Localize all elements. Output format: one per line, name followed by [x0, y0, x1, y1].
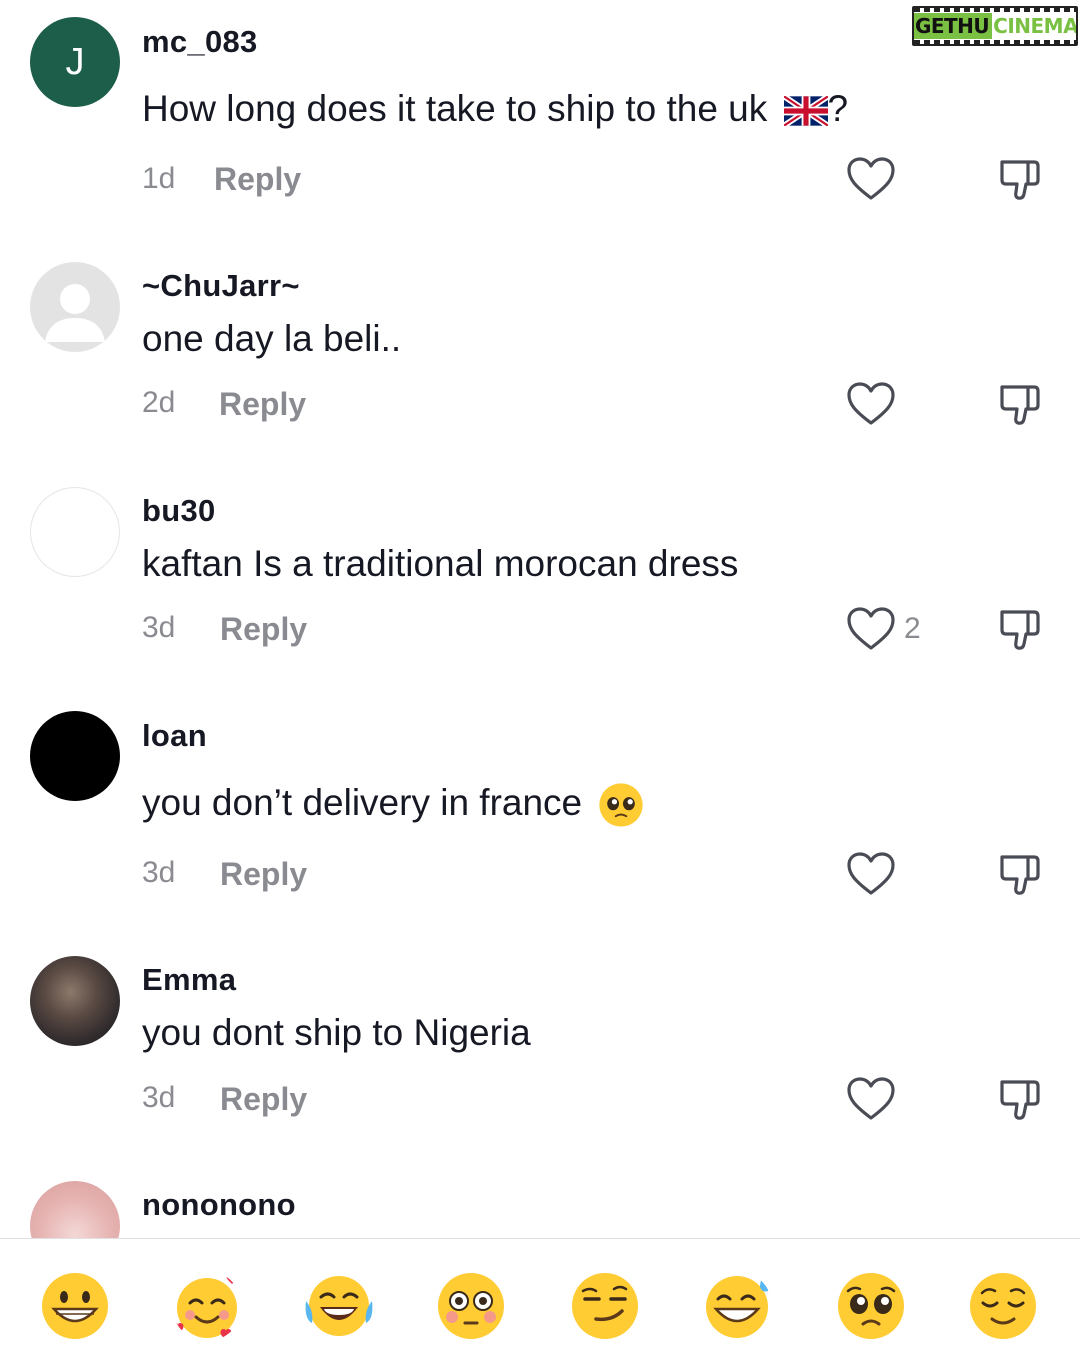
comment-age: 3d — [142, 1081, 176, 1114]
comment-text: you dont ship to Nigeria — [142, 1012, 531, 1053]
heart-icon[interactable] — [846, 1076, 896, 1122]
grinning-face-icon[interactable] — [40, 1271, 110, 1341]
avatar[interactable] — [30, 262, 120, 352]
comment-item: nononono — [0, 0, 1080, 1271]
pleading-face-icon[interactable] — [836, 1271, 906, 1341]
comment-username[interactable]: Emma — [142, 962, 236, 998]
comment-username[interactable]: loan — [142, 718, 207, 754]
smiling-face-with-hearts-icon[interactable] — [172, 1271, 242, 1341]
comment-username[interactable]: nononono — [142, 1187, 296, 1223]
comment-age: 3d — [142, 611, 176, 644]
grinning-face-with-sweat-icon[interactable] — [702, 1271, 772, 1341]
reply-button[interactable]: Reply — [219, 386, 306, 423]
relieved-face-icon[interactable] — [968, 1271, 1038, 1341]
flushed-face-icon[interactable] — [436, 1271, 506, 1341]
pleading-face-icon — [599, 783, 644, 827]
comment-age: 3d — [142, 856, 176, 889]
comment-text: kaftan Is a traditional morocan dress — [142, 543, 739, 584]
dislike-icon[interactable] — [998, 606, 1042, 652]
face-with-tears-of-joy-icon[interactable] — [304, 1271, 374, 1341]
comment-age: 2d — [142, 386, 176, 419]
heart-icon[interactable] — [846, 381, 896, 427]
emoji-bar — [0, 1238, 1080, 1351]
default-avatar-icon — [45, 284, 105, 342]
avatar[interactable] — [30, 711, 120, 801]
dislike-icon[interactable] — [998, 851, 1042, 897]
comment-username[interactable]: ~ChuJarr~ — [142, 268, 300, 304]
smirking-face-icon[interactable] — [570, 1271, 640, 1341]
reply-button[interactable]: Reply — [220, 856, 307, 893]
dislike-icon[interactable] — [998, 381, 1042, 427]
reply-button[interactable]: Reply — [220, 1081, 307, 1118]
comment-text: you don’t delivery in france — [142, 782, 644, 828]
avatar[interactable] — [30, 956, 120, 1046]
reply-button[interactable]: Reply — [220, 611, 307, 648]
heart-icon[interactable] — [846, 606, 896, 652]
heart-icon[interactable] — [846, 851, 896, 897]
like-count: 2 — [904, 612, 921, 645]
comment-text: one day la beli.. — [142, 318, 402, 359]
comment-username[interactable]: bu30 — [142, 493, 216, 529]
avatar[interactable] — [30, 487, 120, 577]
dislike-icon[interactable] — [998, 1076, 1042, 1122]
